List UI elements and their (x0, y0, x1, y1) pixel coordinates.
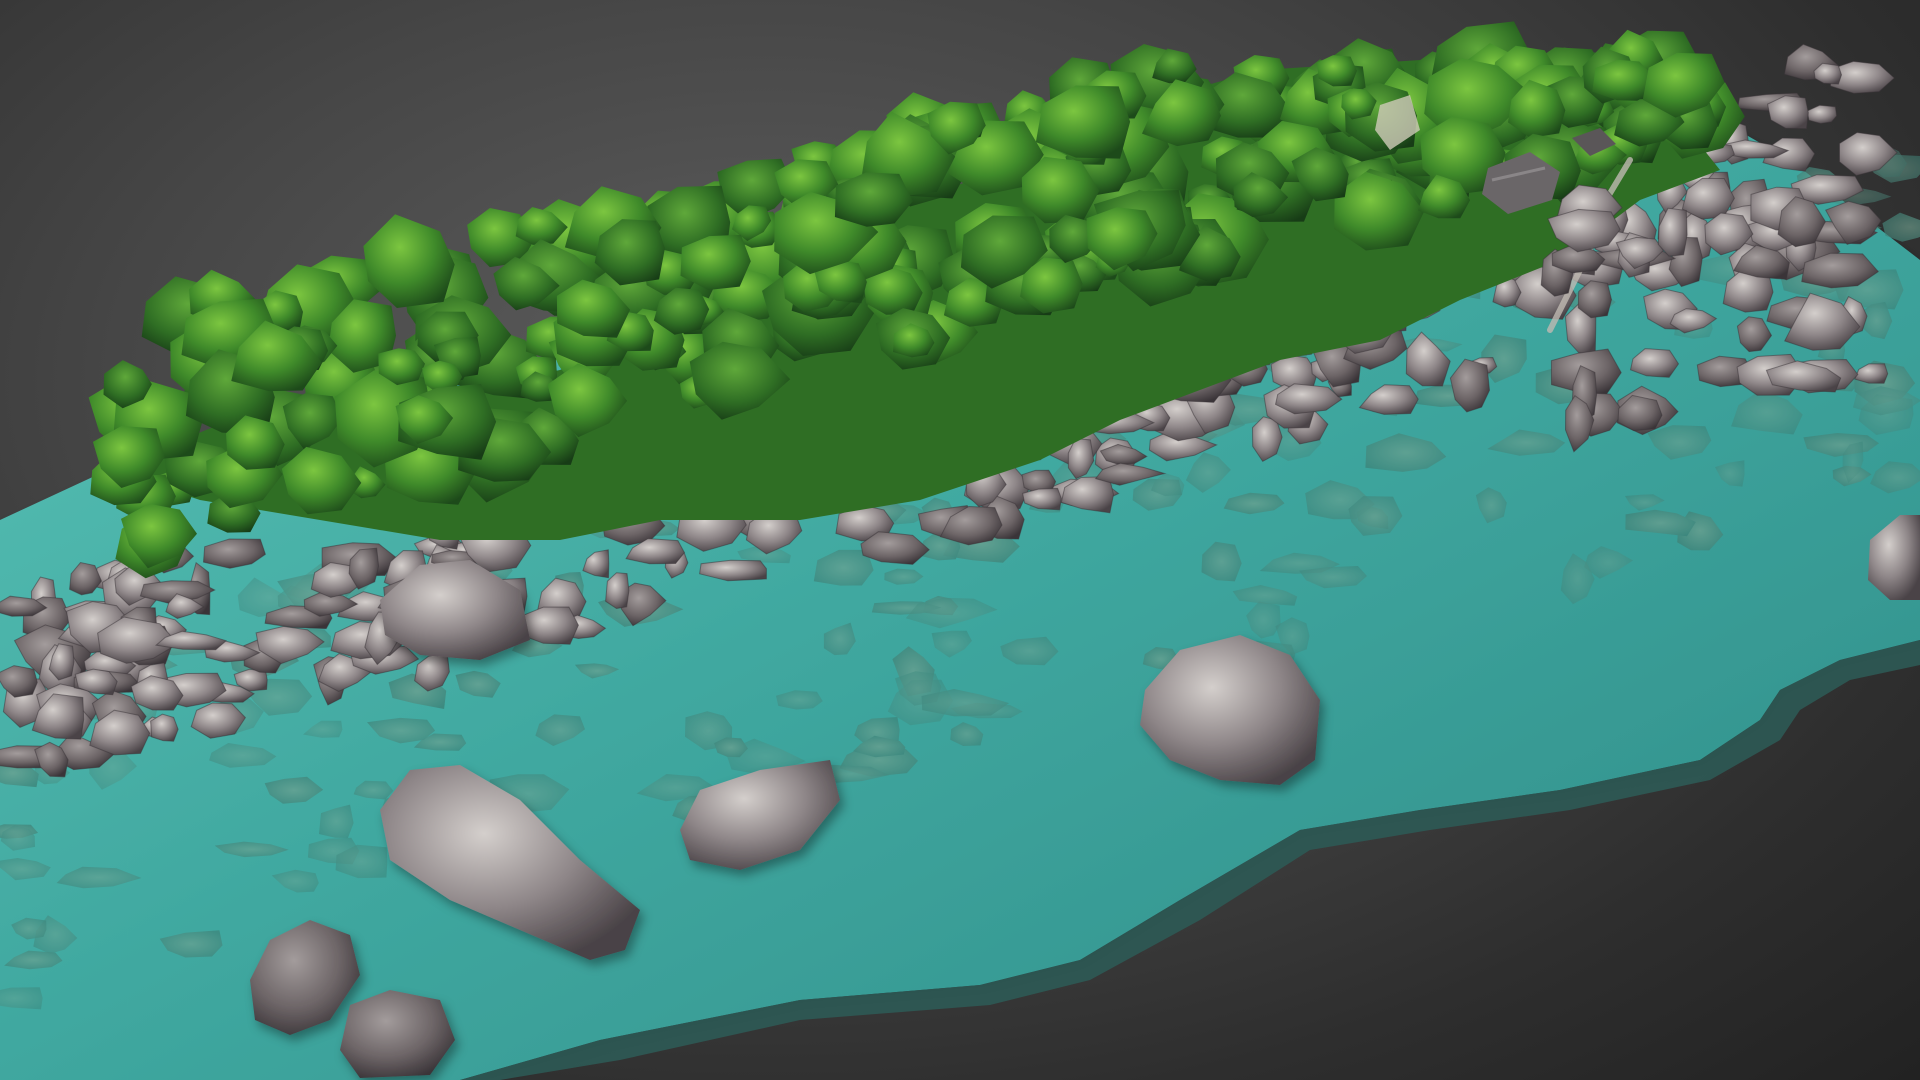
terrain-model[interactable] (0, 0, 1920, 1080)
submerged-rock (0, 987, 43, 1010)
boulder (150, 713, 179, 742)
3d-viewport[interactable] (0, 0, 1920, 1080)
tree (363, 214, 455, 308)
boulder (1806, 104, 1838, 125)
